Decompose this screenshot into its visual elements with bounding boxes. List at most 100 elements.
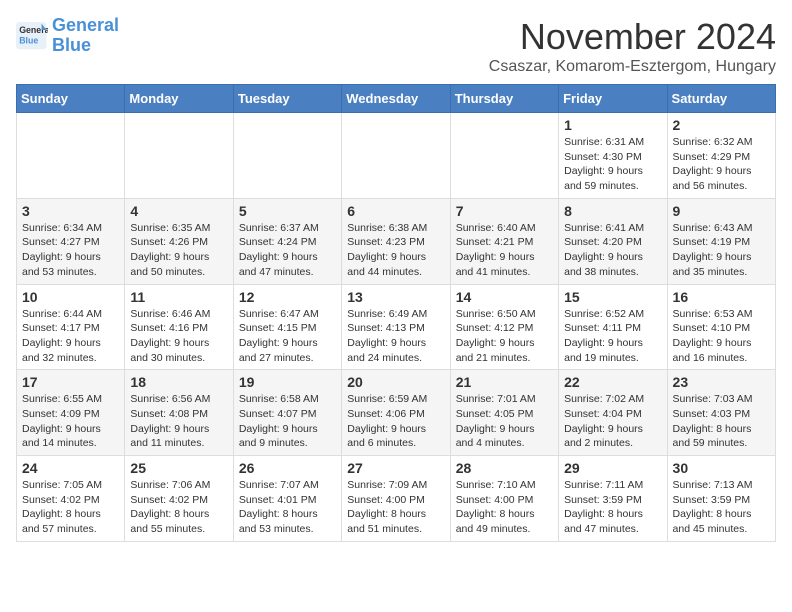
day-info: Sunrise: 6:32 AM Sunset: 4:29 PM Dayligh… [673, 135, 770, 194]
column-header-friday: Friday [559, 85, 667, 113]
calendar-cell: 6 Sunrise: 6:38 AM Sunset: 4:23 PM Daylig… [342, 198, 450, 284]
calendar-cell: 5 Sunrise: 6:37 AM Sunset: 4:24 PM Daylig… [233, 198, 341, 284]
day-info: Sunrise: 6:56 AM Sunset: 4:08 PM Dayligh… [130, 392, 227, 451]
calendar-cell: 13 Sunrise: 6:49 AM Sunset: 4:13 PM Dayli… [342, 284, 450, 370]
calendar-cell: 11 Sunrise: 6:46 AM Sunset: 4:16 PM Dayli… [125, 284, 233, 370]
day-number: 5 [239, 203, 336, 219]
day-number: 17 [22, 374, 119, 390]
calendar-cell: 12 Sunrise: 6:47 AM Sunset: 4:15 PM Dayli… [233, 284, 341, 370]
calendar-cell: 8Sunrise: 6:41 AM Sunset: 4:20 PM Daylig… [559, 198, 667, 284]
calendar-cell [450, 113, 558, 199]
calendar-cell [125, 113, 233, 199]
calendar-cell: 2 Sunrise: 6:32 AM Sunset: 4:29 PM Daylig… [667, 113, 775, 199]
column-header-monday: Monday [125, 85, 233, 113]
calendar-cell: 28Sunrise: 7:10 AM Sunset: 4:00 PM Dayli… [450, 456, 558, 542]
title-section: November 2024 Csaszar, Komarom-Esztergom… [489, 16, 776, 76]
logo: General Blue General Blue [16, 16, 119, 56]
calendar-week-row: 3 Sunrise: 6:34 AM Sunset: 4:27 PM Daylig… [17, 198, 776, 284]
day-info: Sunrise: 6:49 AM Sunset: 4:13 PM Dayligh… [347, 307, 444, 366]
column-header-sunday: Sunday [17, 85, 125, 113]
calendar-cell: 21Sunrise: 7:01 AM Sunset: 4:05 PM Dayli… [450, 370, 558, 456]
day-info: Sunrise: 6:50 AM Sunset: 4:12 PM Dayligh… [456, 307, 553, 366]
day-number: 30 [673, 460, 770, 476]
day-info: Sunrise: 6:58 AM Sunset: 4:07 PM Dayligh… [239, 392, 336, 451]
calendar-cell: 20Sunrise: 6:59 AM Sunset: 4:06 PM Dayli… [342, 370, 450, 456]
calendar-cell: 24Sunrise: 7:05 AM Sunset: 4:02 PM Dayli… [17, 456, 125, 542]
column-header-thursday: Thursday [450, 85, 558, 113]
day-number: 13 [347, 289, 444, 305]
svg-text:Blue: Blue [19, 35, 38, 45]
calendar-table: SundayMondayTuesdayWednesdayThursdayFrid… [16, 84, 776, 542]
calendar-cell: 19 Sunrise: 6:58 AM Sunset: 4:07 PM Dayli… [233, 370, 341, 456]
day-number: 14 [456, 289, 553, 305]
calendar-cell: 23 Sunrise: 7:03 AM Sunset: 4:03 PM Dayli… [667, 370, 775, 456]
calendar-week-row: 17 Sunrise: 6:55 AM Sunset: 4:09 PM Dayli… [17, 370, 776, 456]
day-info: Sunrise: 6:47 AM Sunset: 4:15 PM Dayligh… [239, 307, 336, 366]
day-number: 27 [347, 460, 444, 476]
calendar-header-row: SundayMondayTuesdayWednesdayThursdayFrid… [17, 85, 776, 113]
day-number: 6 [347, 203, 444, 219]
calendar-cell: 15Sunrise: 6:52 AM Sunset: 4:11 PM Dayli… [559, 284, 667, 370]
month-title: November 2024 [489, 16, 776, 58]
day-number: 4 [130, 203, 227, 219]
calendar-cell: 10Sunrise: 6:44 AM Sunset: 4:17 PM Dayli… [17, 284, 125, 370]
day-number: 3 [22, 203, 119, 219]
day-info: Sunrise: 6:37 AM Sunset: 4:24 PM Dayligh… [239, 221, 336, 280]
day-number: 12 [239, 289, 336, 305]
calendar-cell: 7 Sunrise: 6:40 AM Sunset: 4:21 PM Daylig… [450, 198, 558, 284]
calendar-cell [17, 113, 125, 199]
day-info: Sunrise: 6:31 AM Sunset: 4:30 PM Dayligh… [564, 135, 661, 194]
day-number: 11 [130, 289, 227, 305]
day-number: 22 [564, 374, 661, 390]
day-number: 2 [673, 117, 770, 133]
day-info: Sunrise: 6:46 AM Sunset: 4:16 PM Dayligh… [130, 307, 227, 366]
calendar-cell: 18 Sunrise: 6:56 AM Sunset: 4:08 PM Dayli… [125, 370, 233, 456]
day-number: 8 [564, 203, 661, 219]
day-number: 1 [564, 117, 661, 133]
location-title: Csaszar, Komarom-Esztergom, Hungary [489, 58, 776, 76]
calendar-cell: 14 Sunrise: 6:50 AM Sunset: 4:12 PM Dayli… [450, 284, 558, 370]
day-number: 7 [456, 203, 553, 219]
day-number: 26 [239, 460, 336, 476]
day-number: 29 [564, 460, 661, 476]
calendar-cell: 17 Sunrise: 6:55 AM Sunset: 4:09 PM Dayli… [17, 370, 125, 456]
day-number: 28 [456, 460, 553, 476]
day-info: Sunrise: 7:09 AM Sunset: 4:00 PM Dayligh… [347, 478, 444, 537]
day-number: 19 [239, 374, 336, 390]
calendar-cell: 9Sunrise: 6:43 AM Sunset: 4:19 PM Daylig… [667, 198, 775, 284]
calendar-cell [342, 113, 450, 199]
day-info: Sunrise: 7:11 AM Sunset: 3:59 PM Dayligh… [564, 478, 661, 537]
column-header-tuesday: Tuesday [233, 85, 341, 113]
day-number: 15 [564, 289, 661, 305]
day-info: Sunrise: 7:02 AM Sunset: 4:04 PM Dayligh… [564, 392, 661, 451]
calendar-cell: 16Sunrise: 6:53 AM Sunset: 4:10 PM Dayli… [667, 284, 775, 370]
day-info: Sunrise: 7:13 AM Sunset: 3:59 PM Dayligh… [673, 478, 770, 537]
day-info: Sunrise: 7:05 AM Sunset: 4:02 PM Dayligh… [22, 478, 119, 537]
day-info: Sunrise: 7:07 AM Sunset: 4:01 PM Dayligh… [239, 478, 336, 537]
day-number: 21 [456, 374, 553, 390]
day-number: 16 [673, 289, 770, 305]
logo-text: General Blue [52, 16, 119, 56]
logo-icon: General Blue [16, 22, 48, 50]
day-info: Sunrise: 6:35 AM Sunset: 4:26 PM Dayligh… [130, 221, 227, 280]
day-info: Sunrise: 6:34 AM Sunset: 4:27 PM Dayligh… [22, 221, 119, 280]
day-number: 18 [130, 374, 227, 390]
logo-line1: General [52, 15, 119, 35]
day-info: Sunrise: 6:38 AM Sunset: 4:23 PM Dayligh… [347, 221, 444, 280]
calendar-cell: 26 Sunrise: 7:07 AM Sunset: 4:01 PM Dayli… [233, 456, 341, 542]
day-number: 23 [673, 374, 770, 390]
column-header-wednesday: Wednesday [342, 85, 450, 113]
day-info: Sunrise: 6:40 AM Sunset: 4:21 PM Dayligh… [456, 221, 553, 280]
day-info: Sunrise: 6:55 AM Sunset: 4:09 PM Dayligh… [22, 392, 119, 451]
calendar-cell: 4 Sunrise: 6:35 AM Sunset: 4:26 PM Daylig… [125, 198, 233, 284]
calendar-cell: 30 Sunrise: 7:13 AM Sunset: 3:59 PM Dayli… [667, 456, 775, 542]
day-info: Sunrise: 6:59 AM Sunset: 4:06 PM Dayligh… [347, 392, 444, 451]
day-info: Sunrise: 7:03 AM Sunset: 4:03 PM Dayligh… [673, 392, 770, 451]
calendar-week-row: 10Sunrise: 6:44 AM Sunset: 4:17 PM Dayli… [17, 284, 776, 370]
calendar-cell: 1 Sunrise: 6:31 AM Sunset: 4:30 PM Daylig… [559, 113, 667, 199]
day-number: 9 [673, 203, 770, 219]
calendar-cell: 25Sunrise: 7:06 AM Sunset: 4:02 PM Dayli… [125, 456, 233, 542]
calendar-week-row: 1 Sunrise: 6:31 AM Sunset: 4:30 PM Daylig… [17, 113, 776, 199]
calendar-cell: 27 Sunrise: 7:09 AM Sunset: 4:00 PM Dayli… [342, 456, 450, 542]
calendar-cell: 29 Sunrise: 7:11 AM Sunset: 3:59 PM Dayli… [559, 456, 667, 542]
